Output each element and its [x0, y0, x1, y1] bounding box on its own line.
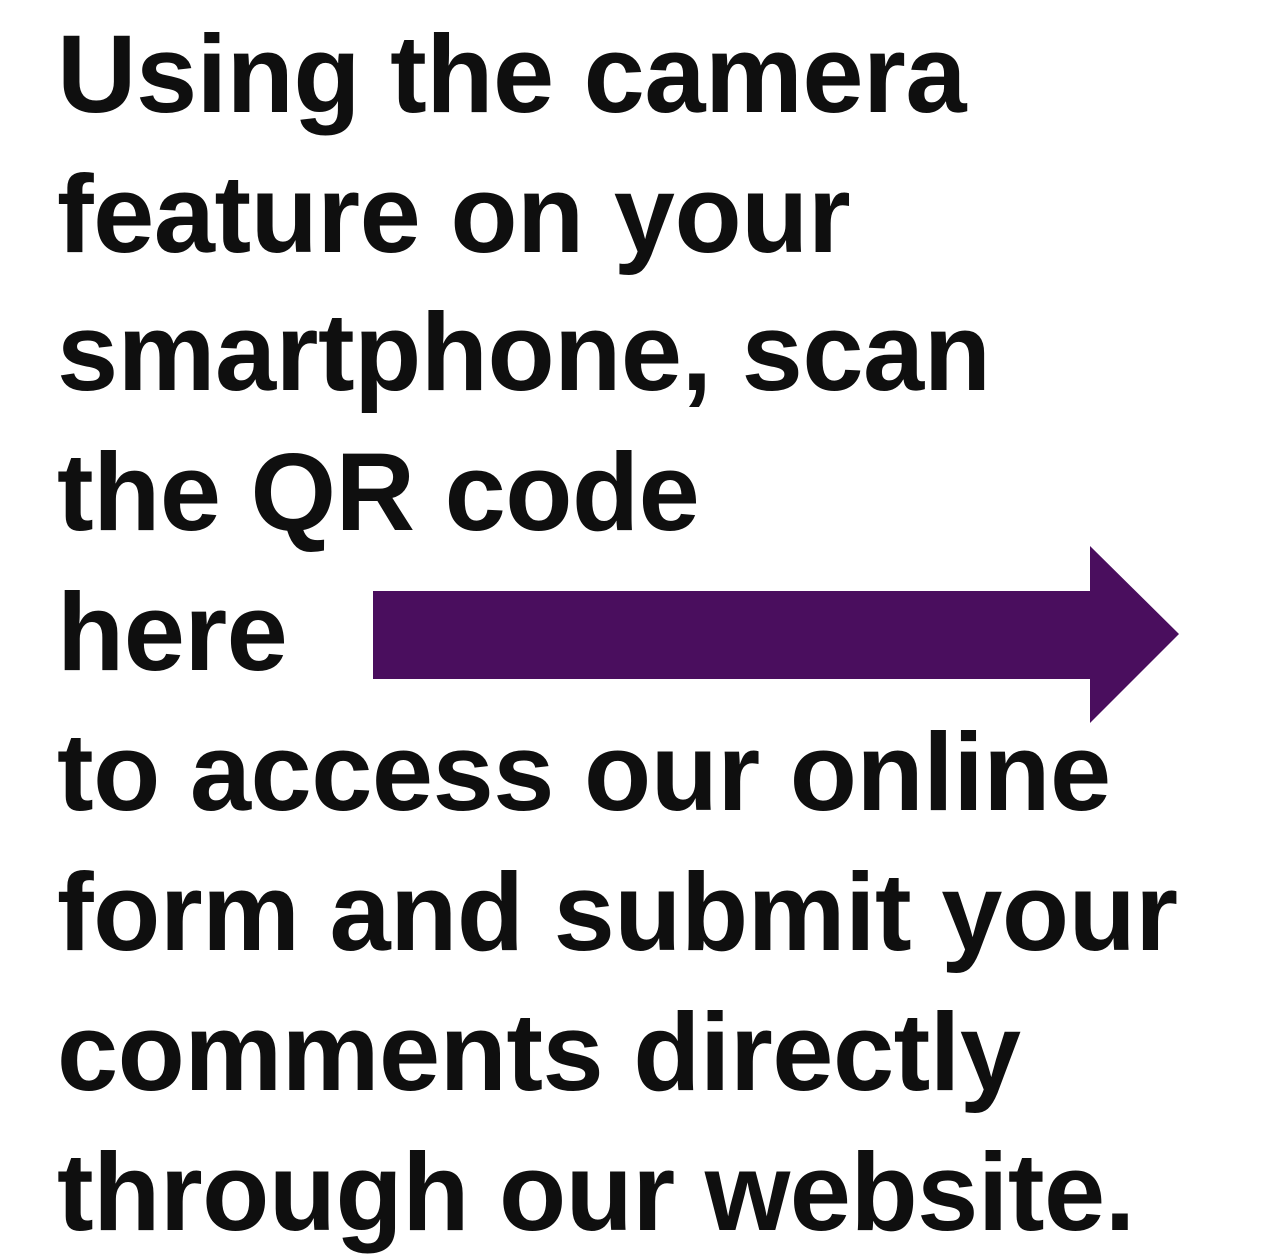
instruction-line-5: here — [57, 571, 288, 694]
instruction-line-1: Using the camera — [57, 13, 967, 136]
instruction-line-2: feature on your — [57, 153, 851, 276]
instruction-line-3: smartphone, scan — [57, 291, 991, 414]
instruction-line-6: to access our online — [57, 711, 1111, 834]
instruction-line-8: comments directly — [57, 991, 1021, 1114]
arrow-right-icon — [373, 546, 1179, 723]
instruction-line-4: the QR code — [57, 431, 700, 554]
instruction-line-9: through our website. — [57, 1131, 1135, 1254]
arrow-right-shape — [373, 546, 1179, 723]
qr-instruction-page: Using the camera feature on your smartph… — [0, 0, 1271, 1259]
instruction-line-7: form and submit your — [57, 851, 1178, 974]
